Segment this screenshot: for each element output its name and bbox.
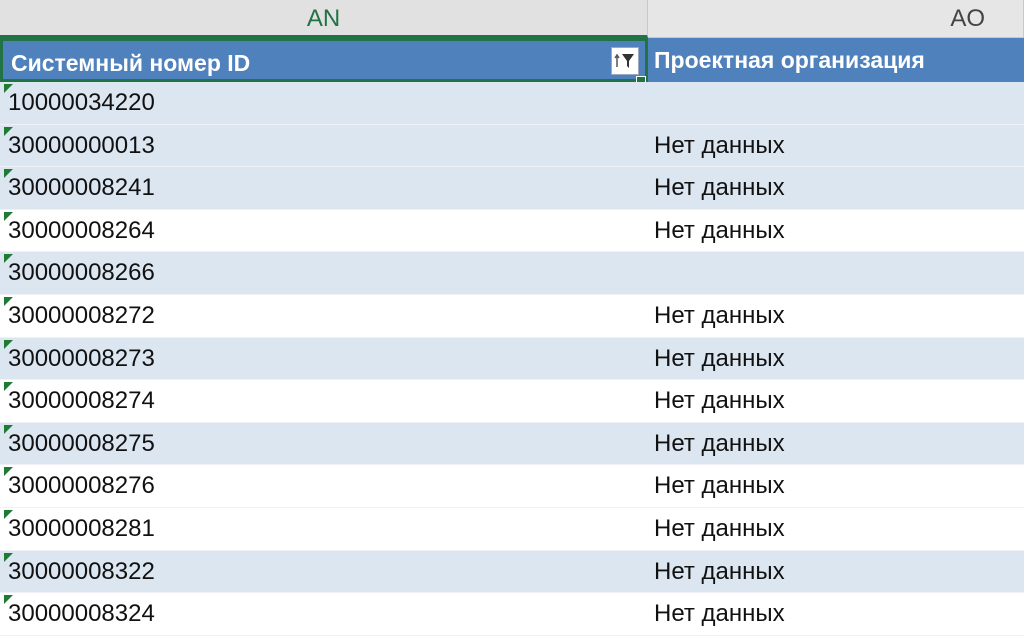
cell-system-id[interactable]: 30000008273 bbox=[0, 337, 648, 381]
cell-project-org[interactable]: Нет данных bbox=[648, 507, 1024, 551]
cell-project-org[interactable]: Нет данных bbox=[648, 167, 1024, 210]
cell-system-id-value: 30000008324 bbox=[8, 600, 155, 628]
cell-system-id-value: 30000008264 bbox=[8, 216, 155, 244]
table-row: 30000008241 Нет данных bbox=[0, 167, 1024, 210]
cell-project-org-value: Нет данных bbox=[654, 344, 785, 372]
header-label-project-org: Проектная организация bbox=[654, 47, 925, 73]
cell-project-org[interactable]: Нет данных bbox=[648, 380, 1024, 423]
cell-system-id[interactable]: 30000008324 bbox=[0, 593, 648, 636]
cell-system-id[interactable]: 30000008272 bbox=[0, 294, 648, 338]
cell-system-id-value: 30000008276 bbox=[8, 472, 155, 500]
cell-project-org-value: Нет данных bbox=[654, 472, 785, 500]
cell-system-id[interactable]: 30000008281 bbox=[0, 507, 648, 551]
filter-sort-button[interactable] bbox=[611, 47, 639, 75]
cell-system-id[interactable]: 30000008274 bbox=[0, 380, 648, 423]
cell-project-org-value: Нет данных bbox=[654, 301, 785, 329]
cell-project-org[interactable]: Нет данных bbox=[648, 550, 1024, 594]
column-header-bar: AN AO bbox=[0, 0, 1024, 38]
cell-project-org[interactable]: Нет данных bbox=[648, 422, 1024, 466]
number-as-text-warning-icon bbox=[4, 169, 13, 179]
cell-system-id-value: 30000008266 bbox=[8, 259, 155, 287]
cell-project-org[interactable]: Нет данных bbox=[648, 337, 1024, 381]
cell-project-org[interactable]: Нет данных bbox=[648, 124, 1024, 168]
number-as-text-warning-icon bbox=[4, 339, 13, 349]
cell-system-id-value: 30000000013 bbox=[8, 131, 155, 159]
cell-system-id-value: 30000008274 bbox=[8, 387, 155, 415]
number-as-text-warning-icon bbox=[4, 211, 13, 221]
cell-system-id[interactable]: 30000008264 bbox=[0, 209, 648, 253]
cell-project-org-value: Нет данных bbox=[654, 557, 785, 585]
cell-system-id[interactable]: 30000008276 bbox=[0, 465, 648, 508]
column-header-ao[interactable]: AO bbox=[648, 0, 1024, 38]
cell-system-id-value: 30000008273 bbox=[8, 344, 155, 372]
table-row: 30000008324 Нет данных bbox=[0, 593, 1024, 636]
cell-project-org[interactable]: Нет данных bbox=[648, 209, 1024, 253]
cell-project-org[interactable]: Нет данных bbox=[648, 465, 1024, 508]
number-as-text-warning-icon bbox=[4, 126, 13, 136]
filter-sort-icon bbox=[614, 53, 634, 68]
cell-project-org-value: Нет данных bbox=[654, 514, 785, 542]
table-row: 30000008266 bbox=[0, 252, 1024, 295]
number-as-text-warning-icon bbox=[4, 254, 13, 264]
cell-system-id[interactable]: 30000008266 bbox=[0, 252, 648, 295]
cell-system-id[interactable]: 30000000013 bbox=[0, 124, 648, 168]
number-as-text-warning-icon bbox=[4, 509, 13, 519]
table-row: 10000034220 bbox=[0, 82, 1024, 125]
cell-project-org-value: Нет данных bbox=[654, 387, 785, 415]
number-as-text-warning-icon bbox=[4, 296, 13, 306]
number-as-text-warning-icon bbox=[4, 595, 13, 605]
data-rows: 10000034220 30000000013 Нет данных 30000008… bbox=[0, 82, 1024, 636]
cell-system-id-value: 30000008241 bbox=[8, 174, 155, 202]
cell-system-id[interactable]: 30000008322 bbox=[0, 550, 648, 594]
cell-project-org[interactable] bbox=[648, 252, 1024, 295]
number-as-text-warning-icon bbox=[4, 552, 13, 562]
number-as-text-warning-icon bbox=[4, 467, 13, 477]
table-row: 30000008276 Нет данных bbox=[0, 465, 1024, 508]
cell-project-org[interactable] bbox=[648, 82, 1024, 125]
table-row: 30000000013 Нет данных bbox=[0, 124, 1024, 168]
cell-system-id-value: 30000008322 bbox=[8, 557, 155, 585]
cell-system-id[interactable]: 30000008275 bbox=[0, 422, 648, 466]
number-as-text-warning-icon bbox=[4, 382, 13, 392]
cell-system-id[interactable]: 30000008241 bbox=[0, 167, 648, 210]
column-header-an[interactable]: AN bbox=[0, 0, 648, 38]
table-row: 30000008322 Нет данных bbox=[0, 550, 1024, 594]
cell-project-org[interactable]: Нет данных bbox=[648, 593, 1024, 636]
table-row: 30000008274 Нет данных bbox=[0, 380, 1024, 423]
table-row: 30000008264 Нет данных bbox=[0, 209, 1024, 253]
header-cell-system-id[interactable]: Системный номер ID bbox=[0, 38, 648, 82]
table-row: 30000008273 Нет данных bbox=[0, 337, 1024, 381]
cell-project-org[interactable]: Нет данных bbox=[648, 294, 1024, 338]
number-as-text-warning-icon bbox=[4, 84, 13, 93]
table-row: 30000008281 Нет данных bbox=[0, 507, 1024, 551]
spreadsheet-grid: AN AO Системный номер ID Проектная орган… bbox=[0, 0, 1024, 636]
cell-system-id-value: 30000008272 bbox=[8, 301, 155, 329]
cell-system-id[interactable]: 10000034220 bbox=[0, 82, 648, 125]
cell-project-org-value: Нет данных bbox=[654, 174, 785, 202]
cell-system-id-value: 30000008281 bbox=[8, 514, 155, 542]
table-row: 30000008272 Нет данных bbox=[0, 294, 1024, 338]
header-cell-project-org[interactable]: Проектная организация bbox=[648, 38, 1024, 82]
number-as-text-warning-icon bbox=[4, 424, 13, 434]
header-label-system-id: Системный номер ID bbox=[11, 50, 251, 76]
table-header-row: Системный номер ID Проектная организация bbox=[0, 38, 1024, 82]
cell-system-id-value: 30000008275 bbox=[8, 429, 155, 457]
cell-system-id-value: 10000034220 bbox=[8, 89, 155, 116]
cell-project-org-value: Нет данных bbox=[654, 429, 785, 457]
cell-project-org-value: Нет данных bbox=[654, 600, 785, 628]
table-row: 30000008275 Нет данных bbox=[0, 422, 1024, 466]
cell-project-org-value: Нет данных bbox=[654, 216, 785, 244]
cell-project-org-value: Нет данных bbox=[654, 131, 785, 159]
